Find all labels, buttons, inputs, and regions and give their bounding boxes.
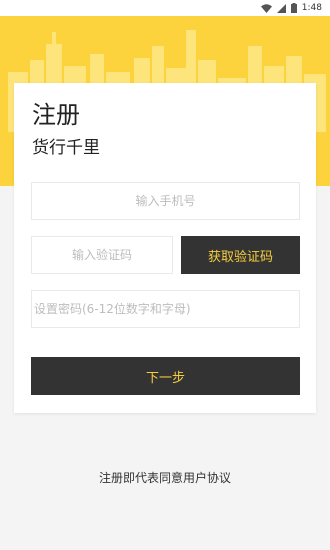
page-subtitle: 货行千里 — [32, 138, 100, 158]
get-code-button[interactable]: 获取验证码 — [181, 236, 300, 274]
status-time: 1:48 — [301, 3, 322, 13]
password-input[interactable] — [32, 291, 299, 327]
register-card: 注册 货行千里 获取验证码 下一步 — [14, 83, 316, 413]
wifi-icon — [260, 3, 272, 13]
page-title: 注册 — [32, 101, 80, 129]
battery-icon — [290, 3, 297, 13]
verification-code-input[interactable] — [32, 237, 172, 273]
password-field[interactable] — [31, 290, 300, 328]
verification-code-field[interactable] — [31, 236, 173, 274]
user-agreement-link[interactable]: 注册即代表同意用户协议 — [0, 469, 330, 486]
status-bar: 1:48 — [0, 0, 330, 16]
phone-input[interactable] — [32, 183, 299, 219]
phone-field[interactable] — [31, 182, 300, 220]
signal-icon — [276, 3, 286, 13]
next-step-button[interactable]: 下一步 — [31, 357, 300, 395]
